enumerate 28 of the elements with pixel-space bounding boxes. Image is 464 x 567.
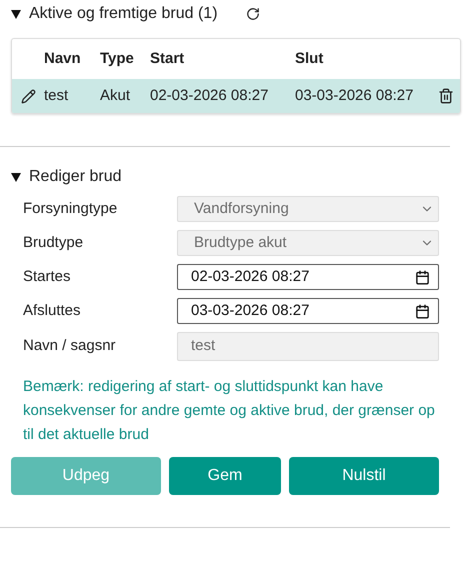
column-header: Navn — [44, 48, 82, 69]
caret-icon[interactable] — [11, 10, 21, 18]
warning-note: Bemærk: redigering af start- og sluttidspunkt kan have konsekvenser for andre gemte og aktive brud, der grænser op til det aktuelle brud — [23, 377, 436, 445]
datetime-field[interactable]: 03-03-2026 08:27 — [177, 298, 439, 324]
table-cell-text: 02-03-2026 08:27 — [150, 86, 270, 106]
field-label: Navn / sagsnr — [23, 336, 117, 356]
refresh-icon[interactable] — [246, 7, 260, 21]
table-cell-text: Akut — [100, 86, 132, 106]
table-cell-text: 03-03-2026 08:27 — [295, 86, 414, 106]
action-button[interactable]: Nulstil — [289, 457, 439, 495]
field-label: Afsluttes — [23, 300, 82, 321]
column-header: Type — [100, 48, 135, 69]
field-label: Brudtype — [23, 232, 84, 253]
section-title: Rediger brud — [29, 167, 122, 187]
calendar-icon[interactable] — [415, 304, 430, 318]
caret-icon[interactable] — [11, 172, 21, 182]
calendar-icon[interactable] — [415, 270, 430, 284]
section-title: Aktive og fremtige brud (1) — [29, 4, 218, 24]
delete-icon[interactable] — [438, 88, 454, 104]
edit-icon[interactable] — [20, 88, 36, 104]
datetime-field[interactable]: 02-03-2026 08:27 — [177, 264, 439, 290]
field-label: Startes — [23, 266, 72, 287]
column-header: Start — [150, 48, 186, 69]
column-header: Slut — [295, 48, 324, 69]
table-row[interactable]: test Akut 02-03-2026 08:27 03-03-2026 08:27 — [12, 79, 460, 113]
table-cell-text: test — [44, 86, 70, 106]
field-label: Forsyningtype — [23, 198, 118, 219]
action-button[interactable]: Gem — [169, 457, 281, 495]
